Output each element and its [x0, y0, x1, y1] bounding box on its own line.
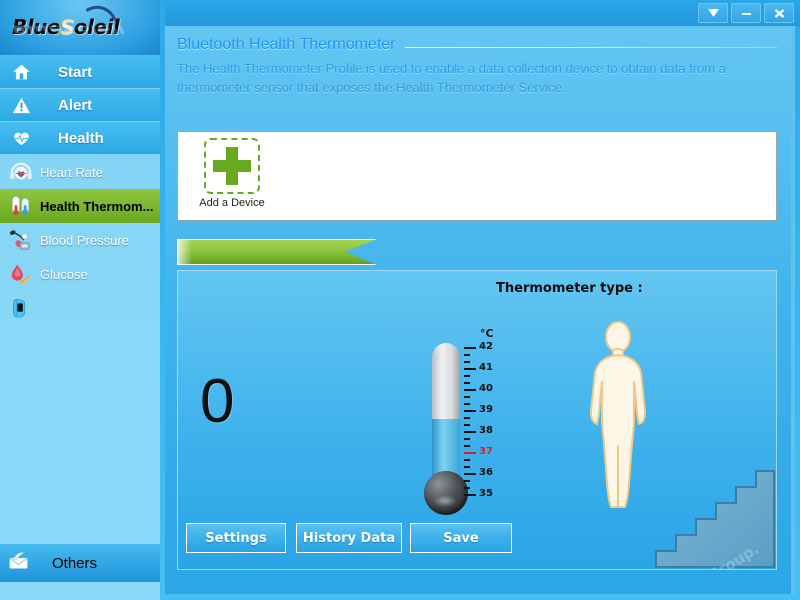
staircase-icon: [655, 470, 775, 568]
reading-panel: 0 °C 42 41 40 39 38 37 36 35 Thermometer…: [177, 270, 777, 570]
temperature-unit-label: °C: [480, 327, 494, 340]
sidebar-item-health-label: Health: [58, 129, 104, 147]
sidebar-item-health-thermometer[interactable]: Health Thermom...: [0, 189, 160, 223]
sidebar-item-start-label: Start: [58, 63, 93, 81]
page-title: Bluetooth Health Thermometer: [177, 36, 396, 53]
logo-reflection: BlueSoleil: [12, 22, 125, 36]
thermometer-gauge: °C 42 41 40 39 38 37 36 35: [418, 327, 518, 517]
device-list-panel: Add a Device: [177, 131, 777, 221]
home-icon: [8, 59, 34, 85]
fitness-wristband-icon: [8, 295, 34, 321]
status-ribbon: [177, 239, 377, 265]
thermometer-bulb: [424, 471, 468, 515]
sidebar-item-alert[interactable]: Alert: [0, 89, 160, 122]
thermometer-icon: [8, 193, 34, 219]
content-area: Bluetooth Health Thermometer The Health …: [165, 26, 795, 594]
heart-pulse-icon: [8, 125, 34, 151]
temperature-value: 0: [200, 367, 235, 436]
ribbon-gloss: [178, 240, 192, 264]
sidebar-item-heart-rate-label: Heart Rate: [40, 164, 103, 180]
sidebar-item-others[interactable]: Others: [0, 544, 160, 582]
sidebar-item-others-label: Others: [52, 554, 98, 572]
collapse-button[interactable]: [698, 3, 728, 23]
glucose-drop-icon: [8, 261, 34, 287]
tick-label-40: 40: [479, 383, 493, 394]
thermometer-tube: [432, 343, 460, 483]
heart-rate-monitor-icon: [8, 159, 34, 185]
sidebar-item-alert-label: Alert: [58, 96, 93, 114]
sidebar: BlueSoleil BlueSoleil Start Alert Health…: [0, 0, 160, 600]
tick-label-39: 39: [479, 404, 493, 415]
sidebar-item-health[interactable]: Health: [0, 122, 160, 155]
sidebar-item-health-thermometer-label: Health Thermom...: [40, 198, 154, 214]
close-icon: [774, 8, 784, 18]
sidebar-item-heart-rate[interactable]: Heart Rate: [0, 155, 160, 189]
thermometer-type-label: Thermometer type :: [496, 281, 643, 296]
minimize-button[interactable]: [731, 3, 761, 23]
sidebar-item-blood-pressure[interactable]: Blood Pressure: [0, 223, 160, 257]
plus-icon: [213, 147, 251, 185]
warning-triangle-icon: [8, 92, 34, 118]
sidebar-item-blood-pressure-label: Blood Pressure: [40, 232, 129, 248]
close-button[interactable]: [764, 3, 794, 23]
human-body-icon: [589, 321, 647, 508]
sidebar-item-start[interactable]: Start: [0, 56, 160, 89]
title-bar: [165, 0, 800, 26]
add-device-box: [204, 138, 260, 194]
sidebar-item-wristband[interactable]: [0, 291, 160, 325]
save-button[interactable]: Save: [410, 523, 512, 553]
tick-label-42: 42: [479, 341, 493, 352]
minimize-icon: [741, 12, 751, 15]
page-description: The Health Thermometer Profile is used t…: [177, 61, 726, 95]
app-logo: BlueSoleil BlueSoleil: [0, 0, 160, 56]
add-device-label: Add a Device: [199, 197, 265, 209]
page-header: Bluetooth Health Thermometer The Health …: [165, 26, 791, 98]
tick-label-37: 37: [479, 446, 493, 457]
tick-label-36: 36: [479, 467, 493, 478]
settings-button[interactable]: Settings: [186, 523, 286, 553]
envelope-pen-icon: [8, 551, 30, 576]
add-device-button[interactable]: Add a Device: [194, 138, 270, 209]
tick-label-35: 35: [479, 488, 493, 499]
history-data-button[interactable]: History Data: [296, 523, 402, 553]
blood-pressure-cuff-icon: [8, 227, 34, 253]
sidebar-item-glucose[interactable]: Glucose: [0, 257, 160, 291]
header-divider: [405, 46, 777, 48]
sidebar-item-glucose-label: Glucose: [40, 266, 88, 282]
tick-label-38: 38: [479, 425, 493, 436]
chevron-down-icon: [707, 8, 719, 17]
tick-label-41: 41: [479, 362, 493, 373]
